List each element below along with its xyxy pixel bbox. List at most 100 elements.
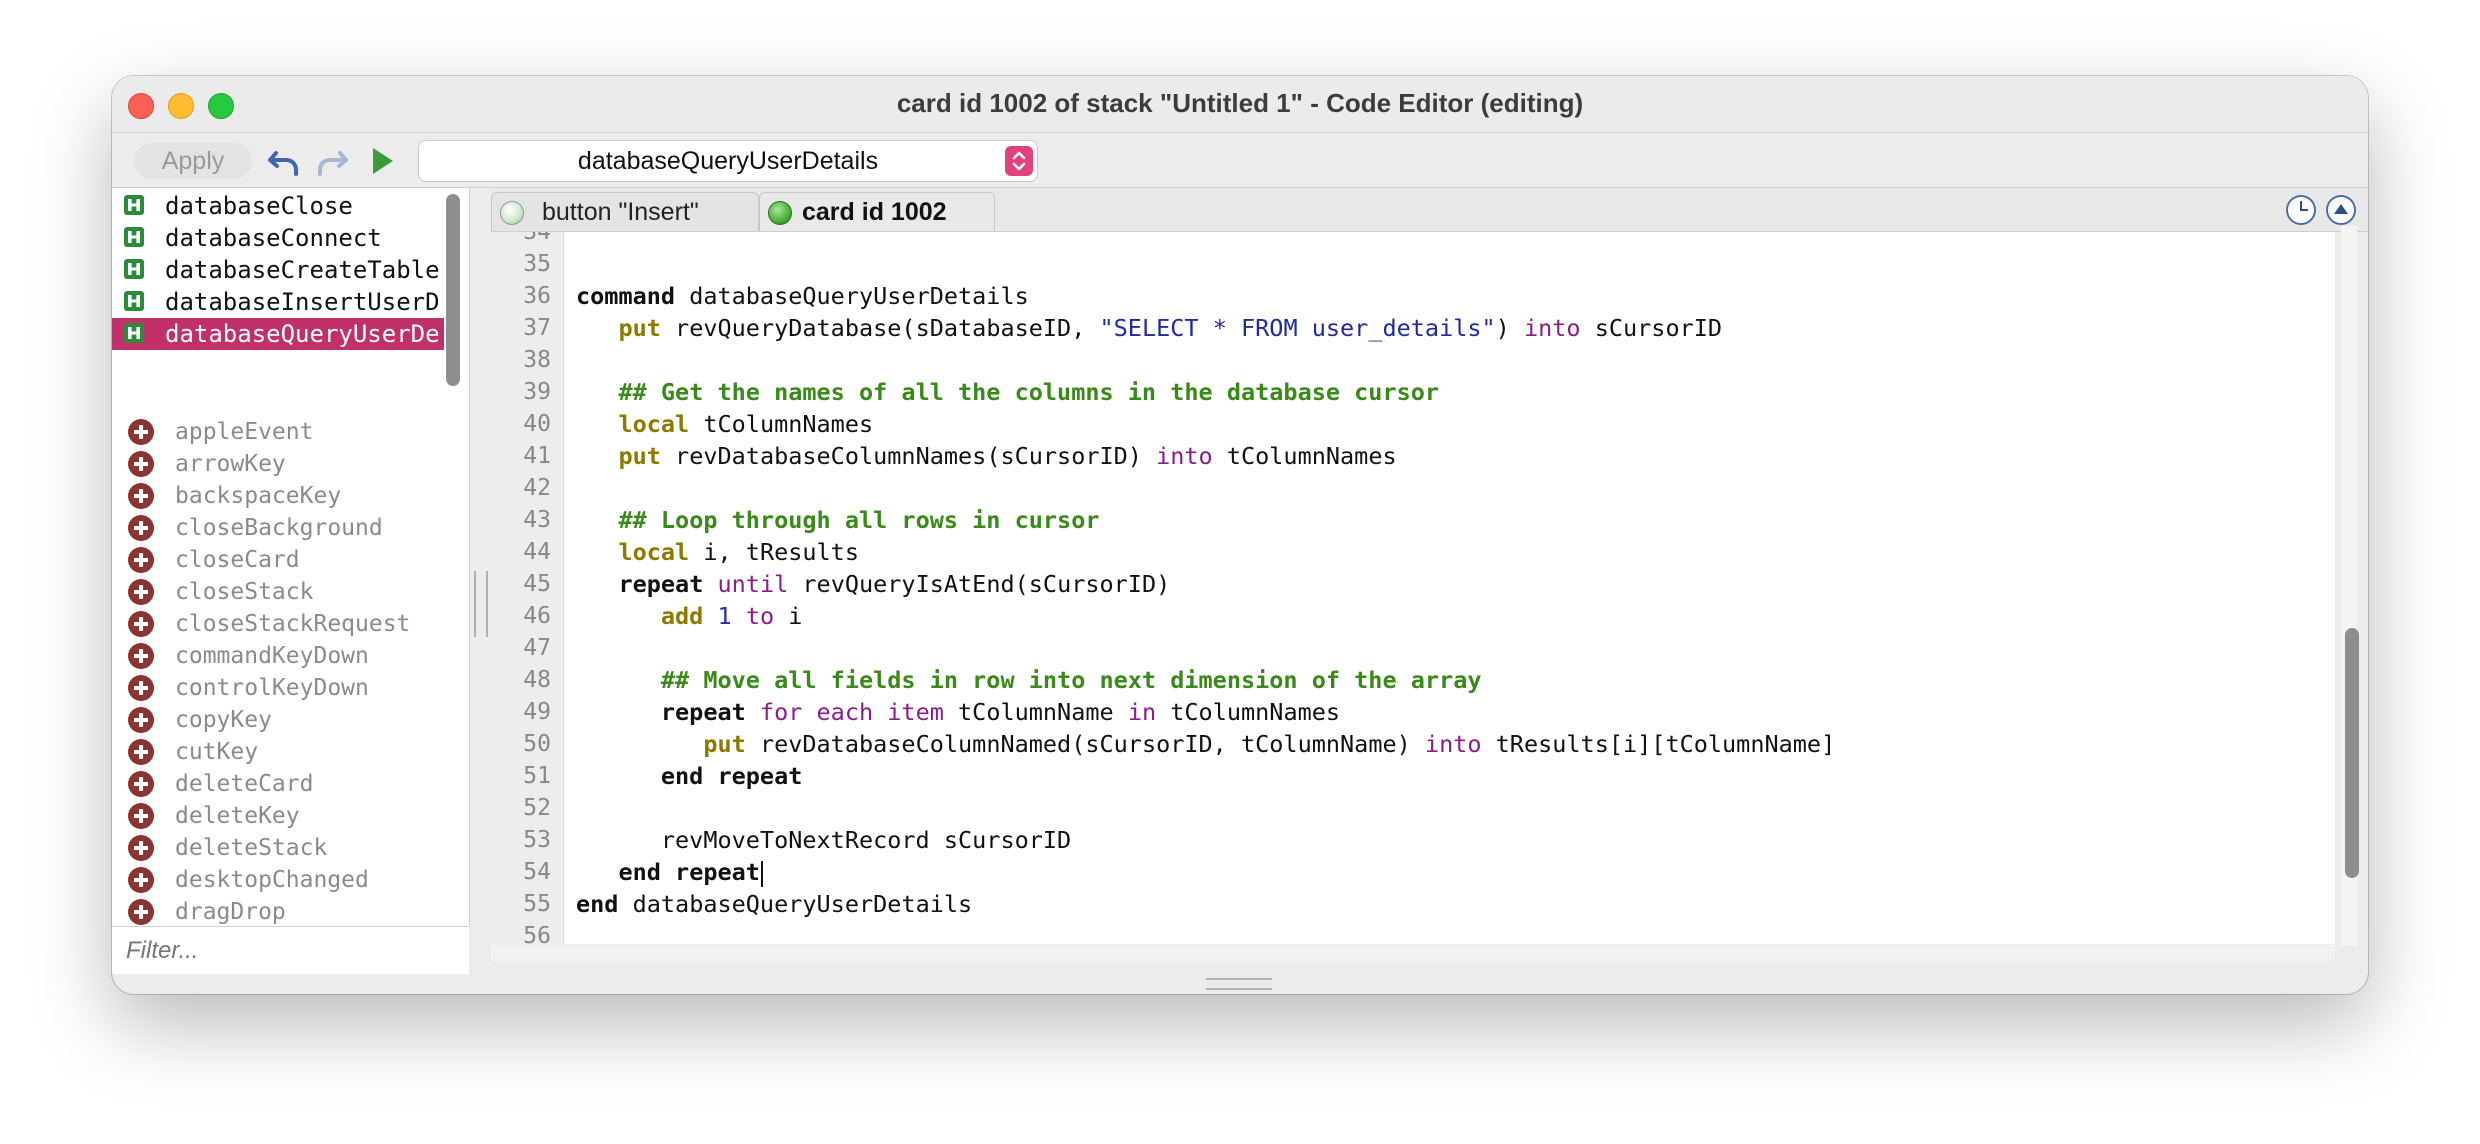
tab-card-1002[interactable]: card id 1002 <box>759 192 995 231</box>
add-handler-icon[interactable] <box>128 675 154 701</box>
code-token: command <box>576 282 676 310</box>
handler-item[interactable]: databaseConnect <box>112 222 444 254</box>
code-line[interactable]: 47 <box>491 632 2335 664</box>
code-token: revDatabaseColumnNamed(sCursorID, tColum… <box>745 730 1425 758</box>
event-label: deleteCard <box>175 771 314 797</box>
code-line[interactable]: 52 <box>491 792 2335 824</box>
undo-icon[interactable] <box>266 143 302 179</box>
add-handler-icon[interactable] <box>128 611 154 637</box>
code-line[interactable]: 39 ## Get the names of all the columns i… <box>491 376 2335 408</box>
code-line[interactable]: 42 <box>491 472 2335 504</box>
line-number: 42 <box>523 475 551 501</box>
add-handler-icon[interactable] <box>128 643 154 669</box>
run-icon[interactable] <box>364 143 400 179</box>
handler-select[interactable]: databaseQueryUserDetails <box>418 140 1038 182</box>
code-line[interactable]: 51 end repeat <box>491 760 2335 792</box>
add-handler-icon[interactable] <box>128 803 154 829</box>
event-label: deleteStack <box>175 835 328 861</box>
tab-button-insert[interactable]: button "Insert" <box>491 192 759 231</box>
script-text[interactable]: 34 35 36 command databaseQueryUserDetails 37… <box>491 232 2335 944</box>
split-handle[interactable] <box>474 571 488 637</box>
event-item[interactable]: backspaceKey <box>112 480 444 512</box>
code-token: end repeat <box>660 762 803 790</box>
event-label: arrowKey <box>175 451 286 477</box>
event-item[interactable]: closeCard <box>112 544 444 576</box>
add-handler-icon[interactable] <box>128 771 154 797</box>
code-line[interactable]: 44 local i, tResults <box>491 536 2335 568</box>
event-item[interactable]: deleteStack <box>112 832 444 864</box>
code-line[interactable]: 53 revMoveToNextRecord sCursorID <box>491 824 2335 856</box>
code-line[interactable]: 45 repeat until revQueryIsAtEnd(sCursorI… <box>491 568 2335 600</box>
handler-item[interactable]: databaseCreateTable <box>112 254 444 286</box>
add-handler-icon[interactable] <box>128 739 154 765</box>
code-line[interactable]: 35 <box>491 248 2335 280</box>
event-item[interactable]: closeBackground <box>112 512 444 544</box>
add-handler-icon[interactable] <box>128 579 154 605</box>
add-handler-icon[interactable] <box>128 515 154 541</box>
code-line[interactable]: 46 add 1 to i <box>491 600 2335 632</box>
line-code: end repeat <box>576 856 763 888</box>
code-line[interactable]: 37 put revQueryDatabase(sDatabaseID, "SE… <box>491 312 2335 344</box>
add-handler-icon[interactable] <box>128 483 154 509</box>
filter-input[interactable] <box>112 926 469 974</box>
code-line[interactable]: 40 local tColumnNames <box>491 408 2335 440</box>
event-item[interactable]: desktopChanged <box>112 864 444 896</box>
add-handler-icon[interactable] <box>128 835 154 861</box>
line-code: revMoveToNextRecord sCursorID <box>576 824 1071 856</box>
add-handler-icon[interactable] <box>128 707 154 733</box>
line-code: put revQueryDatabase(sDatabaseID, "SELEC… <box>576 312 1722 344</box>
handler-item[interactable]: databaseQueryUserDe <box>112 318 444 350</box>
editor-scroll-thumb[interactable] <box>2345 628 2359 878</box>
event-item[interactable]: closeStack <box>112 576 444 608</box>
event-item[interactable]: cutKey <box>112 736 444 768</box>
event-item[interactable]: dragDrop <box>112 896 444 928</box>
code-token: revQueryIsAtEnd(sCursorID) <box>788 570 1171 598</box>
code-line[interactable]: 56 <box>491 920 2335 944</box>
event-item[interactable]: appleEvent <box>112 416 444 448</box>
code-token: ) <box>1495 314 1524 342</box>
add-handler-icon[interactable] <box>128 867 154 893</box>
sidebar-scrollbar[interactable] <box>446 194 460 386</box>
code-line[interactable]: 34 <box>491 232 2335 248</box>
code-line[interactable]: 55 end databaseQueryUserDetails <box>491 888 2335 920</box>
code-line[interactable]: 36 command databaseQueryUserDetails <box>491 280 2335 312</box>
add-handler-icon[interactable] <box>128 899 154 925</box>
handler-item[interactable]: databaseInsertUserD <box>112 286 444 318</box>
line-number: 53 <box>523 827 551 853</box>
event-item[interactable]: deleteCard <box>112 768 444 800</box>
horizontal-scrollbar[interactable] <box>491 945 2335 961</box>
event-item[interactable]: controlKeyDown <box>112 672 444 704</box>
history-icon[interactable] <box>2286 195 2316 225</box>
add-handler-icon[interactable] <box>128 419 154 445</box>
code-token: into <box>1424 730 1482 758</box>
resize-grip-icon[interactable] <box>1206 978 1272 990</box>
event-item[interactable]: commandKeyDown <box>112 640 444 672</box>
add-handler-icon[interactable] <box>128 547 154 573</box>
code-line[interactable]: 49 repeat for each item tColumnName in t… <box>491 696 2335 728</box>
code-line[interactable]: 43 ## Loop through all rows in cursor <box>491 504 2335 536</box>
add-handler-icon[interactable] <box>128 451 154 477</box>
line-number: 46 <box>523 603 551 629</box>
event-item[interactable]: closeStackRequest <box>112 608 444 640</box>
code-line[interactable]: 41 put revDatabaseColumnNames(sCursorID)… <box>491 440 2335 472</box>
event-item[interactable]: copyKey <box>112 704 444 736</box>
chevron-updown-icon[interactable] <box>1005 146 1033 176</box>
code-token: revDatabaseColumnNames(sCursorID) <box>660 442 1157 470</box>
code-editor[interactable]: 34 35 36 command databaseQueryUserDetails 37… <box>491 232 2335 944</box>
code-line[interactable]: 50 put revDatabaseColumnNamed(sCursorID,… <box>491 728 2335 760</box>
redo-icon[interactable] <box>314 143 350 179</box>
handler-item[interactable]: databaseClose <box>112 190 444 222</box>
code-line[interactable]: 38 <box>491 344 2335 376</box>
code-line[interactable]: 54 end repeat <box>491 856 2335 888</box>
apply-button[interactable]: Apply <box>134 143 252 179</box>
line-number: 56 <box>523 923 551 944</box>
code-line[interactable]: 48 ## Move all fields in row into next d… <box>491 664 2335 696</box>
code-token: put <box>618 442 661 470</box>
title-bar[interactable]: card id 1002 of stack "Untitled 1" - Cod… <box>112 76 2368 133</box>
event-item[interactable]: deleteKey <box>112 800 444 832</box>
collapse-icon[interactable] <box>2326 195 2356 225</box>
handler-icon <box>124 323 144 343</box>
event-item[interactable]: arrowKey <box>112 448 444 480</box>
